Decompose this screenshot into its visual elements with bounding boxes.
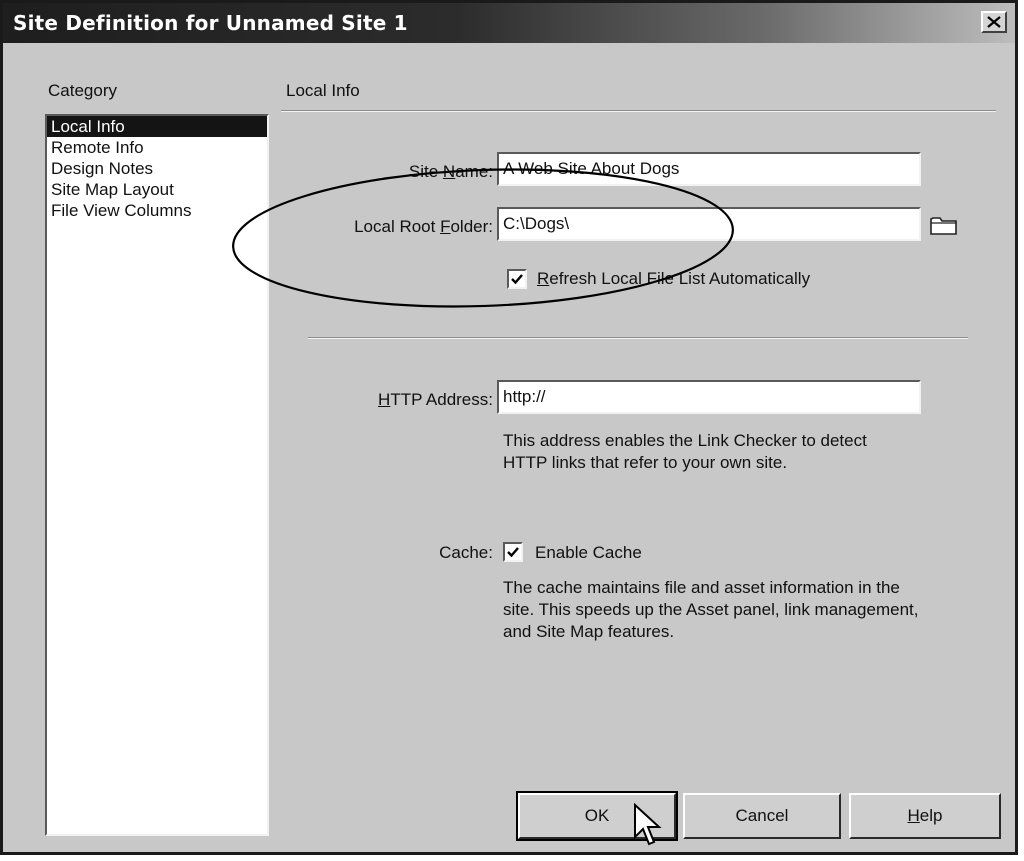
site-definition-dialog: Site Definition for Unnamed Site 1 Categ… (0, 0, 1018, 855)
category-label: Category (48, 81, 117, 100)
http-address-input[interactable]: http:// (497, 380, 921, 414)
category-item-local-info[interactable]: Local Info (47, 116, 267, 137)
cache-label: Cache: (439, 543, 493, 562)
mouse-cursor-icon (634, 803, 662, 846)
http-address-label: HTTP Address: (378, 390, 493, 409)
enable-cache-checkbox[interactable] (503, 542, 523, 562)
panel-title: Local Info (286, 81, 360, 100)
http-address-description: This address enables the Link Checker to… (503, 431, 867, 472)
folder-icon (930, 217, 957, 235)
cache-description: The cache maintains file and asset infor… (503, 578, 919, 641)
cancel-button[interactable]: Cancel (683, 793, 841, 839)
browse-folder-button[interactable] (929, 213, 959, 239)
panel-title-divider (281, 110, 996, 112)
category-item-remote-info[interactable]: Remote Info (47, 137, 267, 158)
checkmark-icon (507, 547, 519, 558)
section-divider (308, 337, 968, 339)
close-button[interactable] (981, 11, 1007, 33)
close-icon (987, 16, 1001, 28)
annotation-ellipse (232, 168, 734, 308)
enable-cache-label[interactable]: Enable Cache (535, 543, 642, 563)
window-title: Site Definition for Unnamed Site 1 (13, 11, 408, 35)
help-button[interactable]: Help (849, 793, 1001, 839)
title-bar[interactable]: Site Definition for Unnamed Site 1 (3, 3, 1015, 43)
